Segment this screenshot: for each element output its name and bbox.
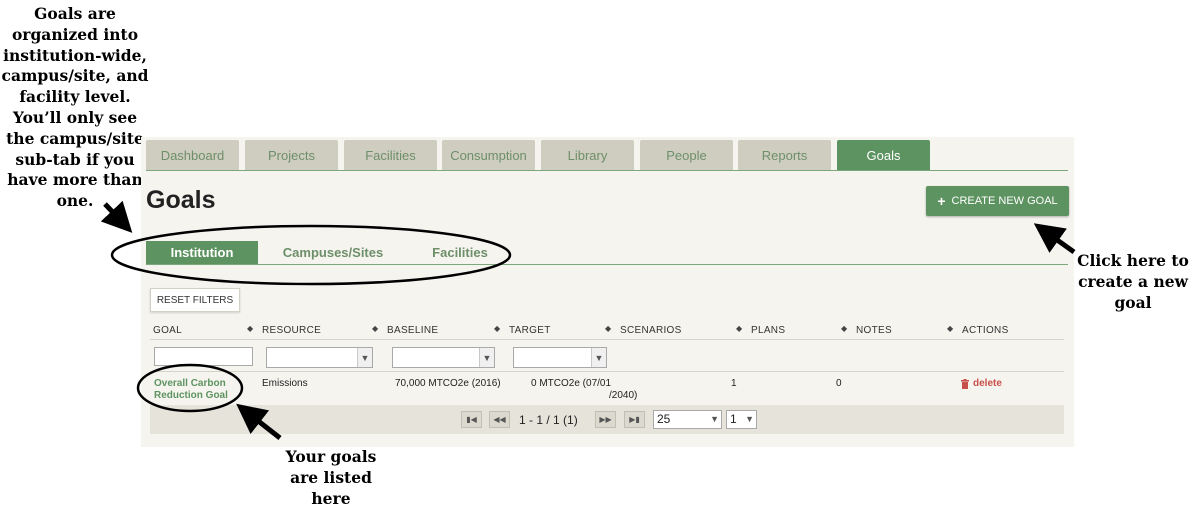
subtab-divider: [146, 264, 1068, 265]
column-header-scenarios[interactable]: SCENARIOS: [620, 325, 682, 336]
tab-divider: [146, 170, 1068, 171]
annotation-create-goal: Click here to create a new goal: [1077, 251, 1189, 312]
trash-icon: [961, 379, 969, 389]
page-size-value: 25: [657, 412, 671, 426]
tab-facilities[interactable]: Facilities: [344, 140, 437, 171]
create-new-goal-button[interactable]: + CREATE NEW GOAL: [926, 186, 1069, 216]
tab-people[interactable]: People: [640, 140, 733, 171]
reset-filters-button[interactable]: RESET FILTERS: [150, 288, 240, 312]
tab-goals[interactable]: Goals: [837, 140, 930, 171]
first-page-button[interactable]: ▮◀: [461, 411, 482, 428]
column-header-goal[interactable]: GOAL: [153, 325, 182, 336]
next-page-button[interactable]: ▶▶: [595, 411, 616, 428]
column-header-baseline[interactable]: BASELINE: [387, 325, 438, 336]
chevron-down-icon: ▼: [591, 348, 606, 367]
tab-consumption[interactable]: Consumption: [442, 140, 535, 171]
page-title: Goals: [146, 186, 216, 214]
goal-name-line: Overall Carbon: [154, 378, 226, 389]
last-page-button[interactable]: ▶▮: [624, 411, 645, 428]
sort-icon[interactable]: ◆: [494, 324, 500, 333]
column-header-actions[interactable]: ACTIONS: [962, 325, 1009, 336]
subtab-institution[interactable]: Institution: [146, 241, 258, 264]
tab-reports[interactable]: Reports: [738, 140, 831, 171]
page-size-select[interactable]: 25 ▼: [653, 410, 722, 429]
previous-page-button[interactable]: ◀◀: [489, 411, 510, 428]
tab-dashboard[interactable]: Dashboard: [146, 140, 239, 171]
subtab-campuses-sites[interactable]: Campuses/Sites: [272, 241, 394, 264]
goal-name-link[interactable]: Overall Carbon Reduction Goal: [154, 378, 228, 402]
plus-icon: +: [937, 193, 946, 209]
page-number-select[interactable]: 1 ▼: [726, 410, 757, 429]
plans-cell: 0: [836, 378, 842, 389]
target-filter-select[interactable]: ▼: [513, 347, 607, 368]
header-divider: [150, 339, 1064, 340]
goal-name-line: Reduction Goal: [154, 390, 228, 401]
sort-icon[interactable]: ◆: [605, 324, 611, 333]
chevron-down-icon: ▼: [745, 414, 754, 424]
subtab-facilities[interactable]: Facilities: [416, 241, 504, 264]
target-cell: 0 MTCO2e (07/01 /2040): [531, 378, 637, 402]
baseline-cell: 70,000 MTCO2e (2016): [395, 378, 501, 389]
pagination-bar: ▮◀ ◀◀ 1 - 1 / 1 (1) ▶▶ ▶▮ 25 ▼ 1 ▼: [150, 405, 1064, 434]
goals-page: Dashboard Projects Facilities Consumptio…: [141, 137, 1074, 447]
resource-cell: Emissions: [262, 378, 308, 389]
target-line: /2040): [609, 390, 638, 401]
sort-icon[interactable]: ◆: [247, 324, 253, 333]
column-header-resource[interactable]: RESOURCE: [262, 325, 321, 336]
column-header-notes[interactable]: NOTES: [856, 325, 892, 336]
column-header-plans[interactable]: PLANS: [751, 325, 785, 336]
tab-projects[interactable]: Projects: [245, 140, 338, 171]
sort-icon[interactable]: ◆: [841, 324, 847, 333]
sort-icon[interactable]: ◆: [372, 324, 378, 333]
baseline-filter-select[interactable]: ▼: [392, 347, 495, 368]
filter-divider: [150, 371, 1064, 372]
annotation-goal-levels: Goals are organized into institution-wid…: [1, 4, 149, 211]
tab-library[interactable]: Library: [541, 140, 634, 171]
resource-filter-select[interactable]: ▼: [266, 347, 373, 368]
chevron-down-icon: ▼: [479, 348, 494, 367]
page-number-value: 1: [730, 412, 737, 426]
goal-filter-input[interactable]: [154, 347, 253, 366]
annotation-goals-listed: Your goals are listed here: [285, 447, 377, 508]
sort-icon[interactable]: ◆: [947, 324, 953, 333]
column-header-target[interactable]: TARGET: [509, 325, 551, 336]
sort-icon[interactable]: ◆: [736, 324, 742, 333]
chevron-down-icon: ▼: [710, 414, 719, 424]
delete-label: delete: [973, 378, 1002, 389]
target-line: 0 MTCO2e (07/01: [531, 378, 612, 389]
pagination-info: 1 - 1 / 1 (1): [519, 413, 578, 427]
delete-goal-button[interactable]: delete: [961, 378, 1002, 390]
scenarios-cell: 1: [731, 378, 737, 389]
chevron-down-icon: ▼: [357, 348, 372, 367]
create-new-goal-label: CREATE NEW GOAL: [951, 195, 1058, 207]
